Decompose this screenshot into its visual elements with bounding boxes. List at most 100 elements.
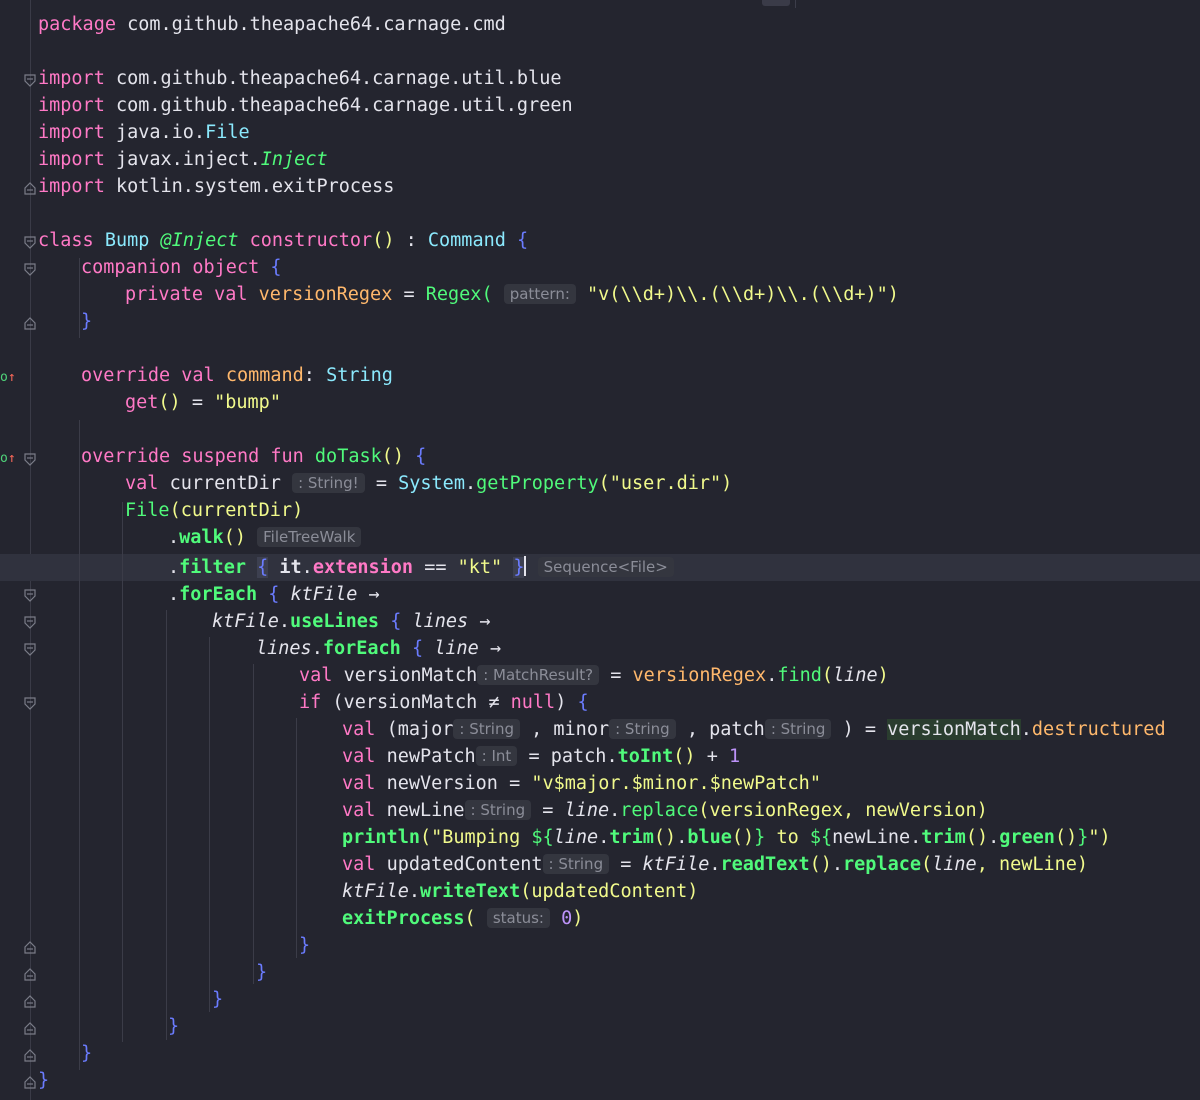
code-line[interactable]: val newVersion = "v$major.$minor.$newPat… bbox=[342, 770, 821, 797]
identifier: com.github.theapache64.carnage.util.gree… bbox=[115, 95, 573, 116]
code-line[interactable]: import javax.inject.Inject bbox=[38, 146, 328, 173]
type-hint: FileTreeWalk bbox=[257, 527, 362, 547]
fold-open-icon[interactable] bbox=[24, 589, 36, 602]
code-line-current[interactable]: .filter { it.extension == "kt" } Sequenc… bbox=[168, 554, 674, 581]
keyword: import bbox=[38, 68, 105, 89]
brace: { bbox=[411, 638, 424, 659]
operator: = bbox=[375, 473, 387, 494]
lambda-parameter: ktFile bbox=[212, 611, 279, 632]
identifier: newLine bbox=[832, 827, 911, 848]
fold-open-icon[interactable] bbox=[24, 453, 36, 466]
editor-tab-bar bbox=[0, 0, 1200, 8]
dot: . bbox=[301, 557, 313, 578]
code-line[interactable]: val versionMatch: MatchResult? = version… bbox=[299, 662, 889, 689]
fold-open-icon[interactable] bbox=[24, 236, 36, 249]
lambda-parameter: ktFile bbox=[342, 881, 409, 902]
lambda-parameter: ktFile bbox=[290, 584, 358, 605]
code-line[interactable]: import kotlin.system.exitProcess bbox=[38, 173, 394, 200]
fold-close-icon[interactable] bbox=[24, 182, 36, 195]
code-line[interactable]: if (versionMatch ≠ null) { bbox=[299, 689, 589, 716]
keyword: fun bbox=[270, 446, 304, 467]
parens: () bbox=[653, 827, 677, 848]
function-call: filter bbox=[179, 557, 246, 578]
code-line[interactable]: lines.forEach { line → bbox=[256, 635, 501, 662]
code-line[interactable]: import com.github.theapache64.carnage.ut… bbox=[38, 92, 573, 119]
code-line[interactable]: } bbox=[299, 932, 310, 959]
brace: { bbox=[577, 692, 589, 713]
fold-close-icon[interactable] bbox=[24, 995, 36, 1008]
type-hint: Sequence<File> bbox=[537, 557, 674, 577]
fold-open-icon[interactable] bbox=[24, 697, 36, 710]
code-line[interactable]: package com.github.theapache64.carnage.c… bbox=[38, 11, 506, 38]
code-line[interactable]: import java.io.File bbox=[38, 119, 250, 146]
code-line[interactable]: private val versionRegex = Regex( patter… bbox=[125, 281, 899, 308]
fold-open-icon[interactable] bbox=[24, 74, 36, 87]
code-line[interactable]: ktFile.writeText(updatedContent) bbox=[342, 878, 698, 905]
code-line[interactable]: } bbox=[38, 1067, 49, 1094]
code-line[interactable]: .walk() FileTreeWalk bbox=[168, 524, 362, 551]
function-call: trim bbox=[921, 827, 966, 848]
code-line[interactable]: .forEach { ktFile → bbox=[168, 581, 380, 608]
override-marker-icon[interactable]: o↑ bbox=[0, 452, 16, 465]
function-call: replace bbox=[620, 800, 699, 821]
code-editor[interactable]: o↑ o↑ package com.github.theapache64.car… bbox=[0, 0, 1200, 1100]
operator: ≠ bbox=[488, 692, 500, 713]
code-line[interactable]: } bbox=[212, 986, 223, 1013]
keyword: import bbox=[38, 149, 105, 170]
arguments: (versionRegex, newVersion) bbox=[698, 800, 988, 821]
function-call: Regex( bbox=[425, 284, 493, 305]
code-line[interactable]: val newLine: String = line.replace(versi… bbox=[342, 797, 988, 824]
code-line[interactable]: class Bump @Inject constructor() : Comma… bbox=[38, 227, 528, 254]
code-line[interactable]: val newPatch: Int = patch.toInt() + 1 bbox=[342, 743, 740, 770]
function-call: green bbox=[999, 827, 1055, 848]
fold-open-icon[interactable] bbox=[24, 616, 36, 629]
indent-guide bbox=[79, 420, 80, 1070]
keyword: val bbox=[342, 800, 376, 821]
fold-close-icon[interactable] bbox=[24, 317, 36, 330]
arrow: → bbox=[368, 584, 380, 605]
type-hint: : String bbox=[464, 800, 532, 820]
code-line[interactable]: override val command: String bbox=[81, 362, 393, 389]
dot: . bbox=[831, 854, 844, 875]
code-line[interactable]: exitProcess( status: 0) bbox=[342, 905, 583, 932]
code-line[interactable]: } bbox=[168, 1013, 179, 1040]
override-marker-icon[interactable]: o↑ bbox=[0, 371, 16, 384]
code-line[interactable]: import com.github.theapache64.carnage.ut… bbox=[38, 65, 562, 92]
code-line[interactable]: println("Bumping ${line.trim().blue()} t… bbox=[342, 824, 1111, 851]
arguments: (updatedContent) bbox=[520, 881, 699, 902]
tab-stub[interactable] bbox=[762, 0, 790, 6]
paren: ) bbox=[877, 665, 889, 686]
brace: } bbox=[256, 962, 268, 983]
code-line[interactable]: } bbox=[256, 959, 267, 986]
code-line[interactable]: get() = "bump" bbox=[125, 389, 281, 416]
editor-gutter[interactable] bbox=[0, 0, 31, 1100]
type-name: String bbox=[326, 365, 393, 386]
keyword: override bbox=[81, 365, 171, 386]
fold-close-icon[interactable] bbox=[24, 941, 36, 954]
code-line[interactable]: val updatedContent: String = ktFile.read… bbox=[342, 851, 1088, 878]
code-line[interactable]: override suspend fun doTask() { bbox=[81, 443, 426, 470]
code-line[interactable]: ktFile.useLines { lines → bbox=[212, 608, 490, 635]
fold-open-icon[interactable] bbox=[24, 263, 36, 276]
identifier: patch bbox=[709, 719, 765, 740]
number-literal: 1 bbox=[728, 746, 741, 767]
identifier: com.github.theapache64.carnage.util.blue bbox=[115, 68, 562, 89]
code-line[interactable]: File(currentDir) bbox=[125, 497, 303, 524]
code-line[interactable]: val (major: String , minor: String , pat… bbox=[342, 716, 1166, 743]
type-hint: : Int bbox=[475, 746, 518, 766]
fold-close-icon[interactable] bbox=[24, 968, 36, 981]
code-line[interactable]: } bbox=[81, 308, 92, 335]
operator: = bbox=[191, 392, 203, 413]
dot: . bbox=[1020, 719, 1032, 740]
keyword: class bbox=[38, 230, 94, 251]
fold-close-icon[interactable] bbox=[24, 1076, 36, 1089]
code-line[interactable]: val currentDir : String! = System.getPro… bbox=[125, 470, 732, 497]
brace: } bbox=[81, 1043, 93, 1064]
paren: ) bbox=[887, 284, 899, 305]
brace: { bbox=[257, 557, 269, 578]
fold-open-icon[interactable] bbox=[24, 643, 36, 656]
code-line[interactable]: } bbox=[81, 1040, 92, 1067]
fold-close-icon[interactable] bbox=[24, 1022, 36, 1035]
code-line[interactable]: companion object { bbox=[81, 254, 282, 281]
fold-close-icon[interactable] bbox=[24, 1049, 36, 1062]
